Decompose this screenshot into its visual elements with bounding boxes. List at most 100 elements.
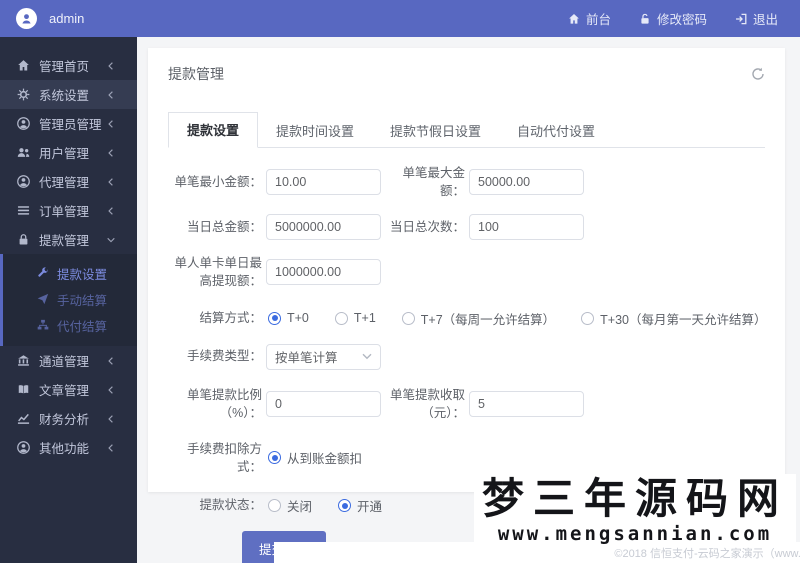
chart-line-icon bbox=[17, 413, 30, 425]
fee-percent-input[interactable] bbox=[266, 390, 381, 417]
per-card-daily-max-input[interactable] bbox=[266, 259, 381, 286]
tab-bar: 提款设置 提款时间设置 提款节假日设置 自动代付设置 bbox=[168, 111, 765, 148]
book-icon bbox=[18, 384, 29, 395]
caret-down-icon bbox=[362, 353, 372, 359]
sidebar-item-channel-manage[interactable]: 通道管理 bbox=[0, 346, 137, 375]
sidebar-item-label: 管理首页 bbox=[39, 60, 90, 74]
tab-withdraw-settings[interactable]: 提款设置 bbox=[168, 112, 259, 148]
user-circle-icon bbox=[17, 175, 30, 188]
topnav-logout-label: 退出 bbox=[752, 13, 778, 27]
min-amount-input[interactable] bbox=[266, 169, 381, 196]
status-radio-group: 关闭 开通 bbox=[268, 496, 382, 515]
send-icon bbox=[37, 293, 49, 305]
submenu-item-agentpay-settle[interactable]: 代付结算 bbox=[3, 312, 137, 338]
watermark: 梦三年源码网 www.mengsannian.com bbox=[473, 473, 796, 547]
daily-count-input[interactable] bbox=[469, 214, 584, 241]
bank-icon bbox=[18, 355, 29, 366]
topnav-frontend[interactable]: 前台 bbox=[568, 9, 611, 28]
topnav-frontend-label: 前台 bbox=[585, 13, 611, 27]
submenu-item-manual-settle[interactable]: 手动结算 bbox=[3, 286, 137, 312]
sidebar-item-system-settings[interactable]: 系统设置 bbox=[0, 80, 137, 109]
fee-fixed-input[interactable] bbox=[469, 390, 584, 417]
tab-withdraw-holiday-settings[interactable]: 提款节假日设置 bbox=[372, 114, 499, 148]
watermark-url: www.mengsannian.com bbox=[497, 523, 773, 545]
sidebar-item-label: 财务分析 bbox=[39, 413, 90, 427]
sidebar: 管理首页 系统设置 管理员管理 用户管理 代理管理 订单管理 提款管理 提款设置 bbox=[0, 37, 137, 563]
min-amount-label: 单笔最小金额： bbox=[174, 175, 262, 190]
lock-icon bbox=[18, 234, 29, 246]
sidebar-item-admin-manage[interactable]: 管理员管理 bbox=[0, 109, 137, 138]
daily-amount-input[interactable] bbox=[266, 214, 381, 241]
topbar: admin 前台 修改密码 退出 bbox=[0, 0, 800, 37]
radio-t1[interactable]: T+1 bbox=[334, 311, 376, 325]
radio-checked-icon bbox=[268, 451, 281, 465]
sidebar-item-label: 文章管理 bbox=[39, 384, 90, 398]
home-icon bbox=[18, 60, 29, 71]
refresh-icon[interactable] bbox=[751, 67, 765, 81]
submenu-item-label: 提款设置 bbox=[57, 267, 108, 282]
page-title: 提款管理 bbox=[168, 66, 224, 82]
sidebar-item-label: 用户管理 bbox=[39, 147, 90, 161]
radio-t0[interactable]: T+0 bbox=[268, 311, 309, 325]
sidebar-item-finance-analysis[interactable]: 财务分析 bbox=[0, 404, 137, 433]
avatar[interactable] bbox=[16, 8, 37, 29]
chevron-left-icon bbox=[108, 177, 113, 186]
home-icon bbox=[569, 13, 579, 24]
sidebar-item-order-manage[interactable]: 订单管理 bbox=[0, 196, 137, 225]
sidebar-item-other-functions[interactable]: 其他功能 bbox=[0, 433, 137, 462]
tab-auto-agentpay-settings[interactable]: 自动代付设置 bbox=[499, 114, 613, 148]
radio-unchecked-icon bbox=[581, 311, 595, 325]
topbar-nav: 前台 修改密码 退出 bbox=[568, 9, 800, 28]
sidebar-item-article-manage[interactable]: 文章管理 bbox=[0, 375, 137, 404]
sidebar-item-user-manage[interactable]: 用户管理 bbox=[0, 138, 137, 167]
user-circle-icon bbox=[17, 441, 30, 454]
sidebar-item-label: 通道管理 bbox=[39, 355, 90, 369]
sitemap-icon bbox=[37, 319, 49, 330]
fee-type-label: 手续费类型： bbox=[186, 349, 262, 364]
fee-type-selected-value: 按单笔计算 bbox=[275, 351, 338, 365]
topnav-change-password[interactable]: 修改密码 bbox=[639, 9, 707, 28]
withdraw-manage-card: 提款管理 提款设置 提款时间设置 提款节假日设置 自动代付设置 单笔最小金额： … bbox=[148, 48, 785, 563]
chevron-down-icon bbox=[107, 237, 115, 242]
fee-fixed-label: 单笔提款收取（元）： bbox=[389, 387, 465, 420]
wrench-icon bbox=[38, 267, 48, 277]
topbar-username: admin bbox=[49, 11, 85, 26]
radio-status-closed[interactable]: 关闭 bbox=[268, 496, 312, 515]
status-label: 提款状态： bbox=[199, 498, 262, 513]
fee-percent-label: 单笔提款比例（%）： bbox=[186, 387, 262, 420]
sidebar-item-home[interactable]: 管理首页 bbox=[0, 51, 137, 80]
per-card-daily-max-label: 单人单卡单日最高提现额： bbox=[174, 256, 262, 289]
daily-count-label: 当日总次数： bbox=[389, 220, 465, 235]
radio-deduct-from-arrival[interactable]: 从到账金额扣 bbox=[268, 448, 362, 467]
watermark-title: 梦三年源码网 bbox=[481, 476, 788, 523]
sidebar-item-label: 管理员管理 bbox=[39, 118, 102, 132]
radio-checked-icon bbox=[338, 499, 352, 512]
fee-type-select[interactable]: 按单笔计算 bbox=[266, 343, 381, 370]
chevron-left-icon bbox=[108, 119, 113, 128]
submenu-item-withdraw-settings[interactable]: 提款设置 bbox=[3, 260, 137, 286]
sidebar-item-withdraw-manage[interactable]: 提款管理 bbox=[0, 225, 137, 254]
chevron-left-icon bbox=[108, 206, 113, 215]
withdraw-submenu: 提款设置 手动结算 代付结算 bbox=[0, 254, 137, 346]
list-icon bbox=[17, 206, 30, 215]
sidebar-item-agent-manage[interactable]: 代理管理 bbox=[0, 167, 137, 196]
radio-t7[interactable]: T+7（每周一允许结算） bbox=[401, 309, 555, 328]
submenu-item-label: 代付结算 bbox=[57, 319, 108, 334]
chevron-left-icon bbox=[108, 414, 113, 423]
tab-withdraw-time-settings[interactable]: 提款时间设置 bbox=[258, 114, 372, 148]
max-amount-label: 单笔最大金额： bbox=[402, 166, 465, 199]
sidebar-item-label: 系统设置 bbox=[39, 89, 90, 103]
fee-deduct-radio-group: 从到账金额扣 bbox=[268, 448, 362, 467]
radio-status-open[interactable]: 开通 bbox=[338, 496, 382, 515]
topnav-logout[interactable]: 退出 bbox=[735, 9, 778, 28]
settle-mode-label: 结算方式： bbox=[199, 310, 262, 325]
unlock-icon bbox=[640, 13, 650, 24]
max-amount-input[interactable] bbox=[469, 169, 584, 196]
person-icon bbox=[22, 14, 31, 24]
daily-amount-label: 当日总金额： bbox=[186, 220, 262, 235]
sidebar-item-label: 订单管理 bbox=[39, 205, 90, 219]
users-icon bbox=[17, 148, 30, 157]
radio-unchecked-icon bbox=[401, 311, 415, 325]
radio-t30[interactable]: T+30（每月第一天允许结算） bbox=[581, 309, 767, 328]
gears-icon bbox=[17, 88, 30, 101]
